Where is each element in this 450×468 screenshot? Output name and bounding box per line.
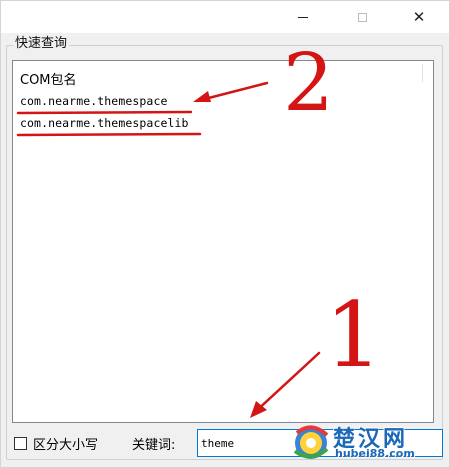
maximize-icon	[357, 12, 367, 22]
list-column-header[interactable]: COM包名	[20, 69, 77, 88]
globe-logo-icon	[293, 425, 329, 459]
case-sensitive-checkbox[interactable]	[14, 437, 27, 450]
watermark: 楚汉网 hubei88.com	[289, 419, 449, 467]
annotation-number-2: 2	[283, 36, 334, 129]
quick-query-window: ✕ 快速查询 COM包名 com.nearme.themespace com.n…	[0, 0, 450, 468]
list-column-divider	[422, 64, 423, 82]
group-title: 快速查询	[13, 35, 70, 53]
close-button[interactable]: ✕	[396, 1, 442, 33]
minimize-icon	[298, 16, 308, 18]
maximize-button[interactable]	[339, 1, 385, 33]
list-item[interactable]: com.nearme.themespace	[20, 94, 168, 108]
keyword-label: 关键词:	[132, 438, 176, 453]
minimize-button[interactable]	[280, 1, 326, 33]
title-bar: ✕	[1, 1, 449, 33]
case-sensitive-label[interactable]: 区分大小写	[33, 434, 98, 453]
annotation-number-1: 1	[325, 283, 383, 388]
close-icon: ✕	[412, 8, 426, 26]
watermark-url: hubei88.com	[335, 447, 415, 460]
list-item[interactable]: com.nearme.themespacelib	[20, 116, 189, 130]
